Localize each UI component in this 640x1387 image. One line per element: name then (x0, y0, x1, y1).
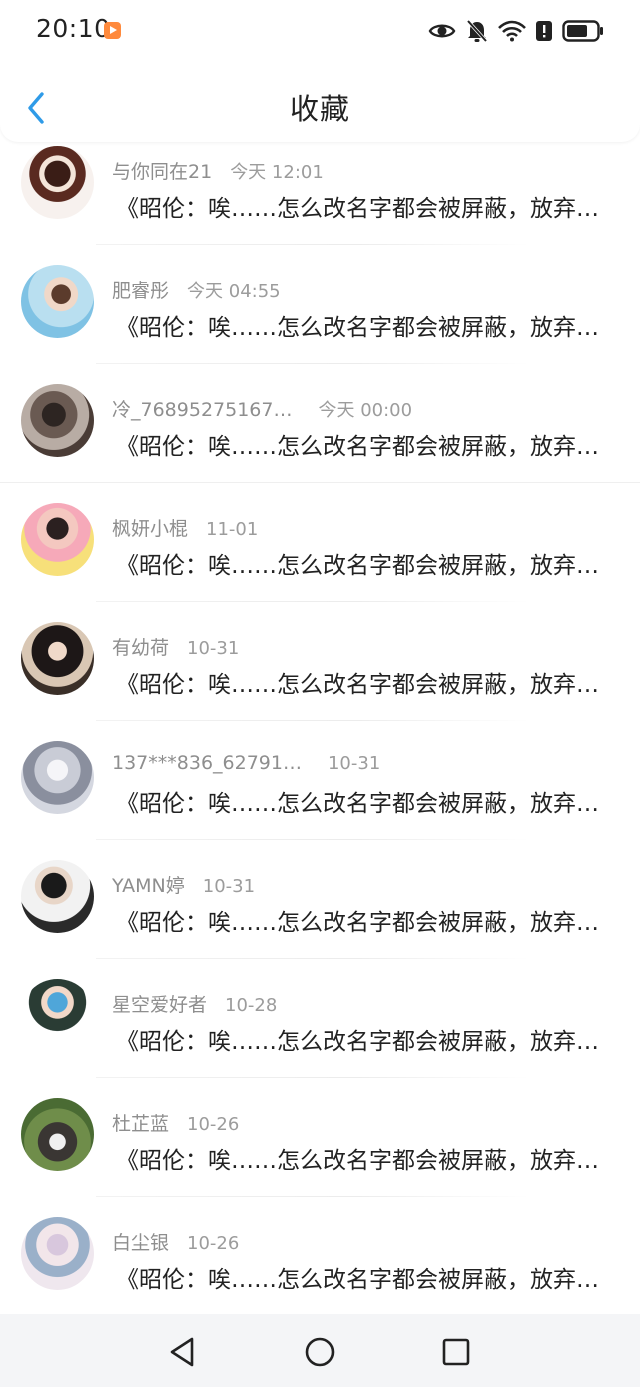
back-triangle-icon (170, 1337, 194, 1367)
favorite-content[interactable]: 《昭伦：唉……怎么改名字都会被屏蔽，放弃了》 (116, 784, 604, 818)
avatar (21, 1217, 94, 1290)
favorite-content[interactable]: 《昭伦：唉……怎么改名字都会被屏蔽，放弃了》 (116, 903, 604, 937)
user-name[interactable]: 杜芷蓝 (112, 1109, 169, 1136)
nav-home-button[interactable] (300, 1332, 340, 1372)
timestamp: 10-31 (327, 753, 381, 774)
favorite-content[interactable]: 《昭伦：唉……怎么改名字都会被屏蔽，放弃了》 (116, 189, 604, 223)
favorites-list[interactable]: 与你同在21 今天 12:01 《昭伦：唉……怎么改名字都会被屏蔽，放弃了》 肥睿… (0, 126, 640, 1314)
app-notification-icon (104, 22, 121, 39)
user-name[interactable]: 有幼荷 (112, 633, 169, 660)
timestamp: 10-31 (202, 876, 256, 897)
list-item[interactable]: 杜芷蓝 10-26 《昭伦：唉……怎么改名字都会被屏蔽，放弃了》 (0, 1078, 640, 1197)
favorite-content[interactable]: 《昭伦：唉……怎么改名字都会被屏蔽，放弃了》 (116, 546, 604, 580)
list-item[interactable]: 白尘银 10-26 《昭伦：唉……怎么改名字都会被屏蔽，放弃了》 (0, 1197, 640, 1314)
avatar (21, 503, 94, 576)
mute-bell-icon (466, 19, 488, 43)
timestamp: 10-26 (187, 1233, 240, 1254)
page-title: 收藏 (289, 92, 350, 126)
avatar (21, 265, 94, 338)
avatar (21, 1098, 94, 1171)
user-name[interactable]: YAMN婷 (112, 871, 185, 898)
user-name[interactable]: 白尘银 (112, 1228, 169, 1255)
eye-icon (428, 24, 456, 38)
user-name[interactable]: 冷_76895275167… (112, 395, 292, 422)
list-item[interactable]: 与你同在21 今天 12:01 《昭伦：唉……怎么改名字都会被屏蔽，放弃了》 (0, 126, 640, 245)
avatar (21, 741, 94, 814)
favorite-content[interactable]: 《昭伦：唉……怎么改名字都会被屏蔽，放弃了》 (116, 427, 604, 461)
top-bar: 20:10 收藏 (0, 0, 640, 142)
avatar (21, 622, 94, 695)
nav-back-button[interactable] (163, 1332, 203, 1372)
home-circle-icon (305, 1337, 335, 1367)
avatar (21, 146, 94, 219)
avatar (21, 979, 94, 1052)
list-item[interactable]: 有幼荷 10-31 《昭伦：唉……怎么改名字都会被屏蔽，放弃了》 (0, 602, 640, 721)
list-item[interactable]: 肥睿彤 今天 04:55 《昭伦：唉……怎么改名字都会被屏蔽，放弃了》 (0, 245, 640, 364)
favorite-content[interactable]: 《昭伦：唉……怎么改名字都会被屏蔽，放弃了》 (116, 1260, 604, 1294)
timestamp: 10-26 (187, 1114, 240, 1135)
status-bar: 20:10 (0, 0, 640, 62)
user-name[interactable]: 137***836_62791… (112, 752, 302, 774)
avatar (21, 860, 94, 933)
list-item[interactable]: 星空爱好者 10-28 《昭伦：唉……怎么改名字都会被屏蔽，放弃了》 (0, 959, 640, 1078)
navigation-bar (0, 1314, 640, 1387)
user-name[interactable]: 枫妍小棍 (112, 514, 188, 541)
favorite-content[interactable]: 《昭伦：唉……怎么改名字都会被屏蔽，放弃了》 (116, 665, 604, 699)
favorite-content[interactable]: 《昭伦：唉……怎么改名字都会被屏蔽，放弃了》 (116, 308, 604, 342)
favorite-content[interactable]: 《昭伦：唉……怎么改名字都会被屏蔽，放弃了》 (116, 1022, 604, 1056)
timestamp: 今天 12:01 (230, 162, 324, 183)
battery-icon (562, 20, 603, 42)
recents-square-icon (442, 1338, 470, 1366)
status-time: 20:10 (36, 14, 111, 43)
timestamp: 11-01 (206, 519, 259, 540)
list-item[interactable]: YAMN婷 10-31 《昭伦：唉……怎么改名字都会被屏蔽，放弃了》 (0, 840, 640, 959)
nav-recents-button[interactable] (436, 1332, 476, 1372)
list-item[interactable]: 冷_76895275167… 今天 00:00 《昭伦：唉……怎么改名字都会被屏蔽… (0, 364, 640, 483)
user-name[interactable]: 肥睿彤 (112, 276, 169, 303)
list-item[interactable]: 137***836_62791… 10-31 《昭伦：唉……怎么改名字都会被屏蔽，… (0, 721, 640, 840)
timestamp: 今天 00:00 (318, 400, 413, 421)
timestamp: 10-31 (187, 638, 240, 659)
user-name[interactable]: 与你同在21 (112, 157, 212, 184)
status-icons (428, 16, 604, 46)
user-name[interactable]: 星空爱好者 (112, 990, 207, 1017)
timestamp: 今天 04:55 (187, 281, 281, 302)
timestamp: 10-28 (225, 995, 278, 1016)
wifi-icon (498, 20, 526, 42)
avatar (21, 384, 94, 457)
list-item[interactable]: 枫妍小棍 11-01 《昭伦：唉……怎么改名字都会被屏蔽，放弃了》 (0, 483, 640, 602)
favorite-content[interactable]: 《昭伦：唉……怎么改名字都会被屏蔽，放弃了》 (116, 1141, 604, 1175)
alert-icon (536, 21, 552, 41)
